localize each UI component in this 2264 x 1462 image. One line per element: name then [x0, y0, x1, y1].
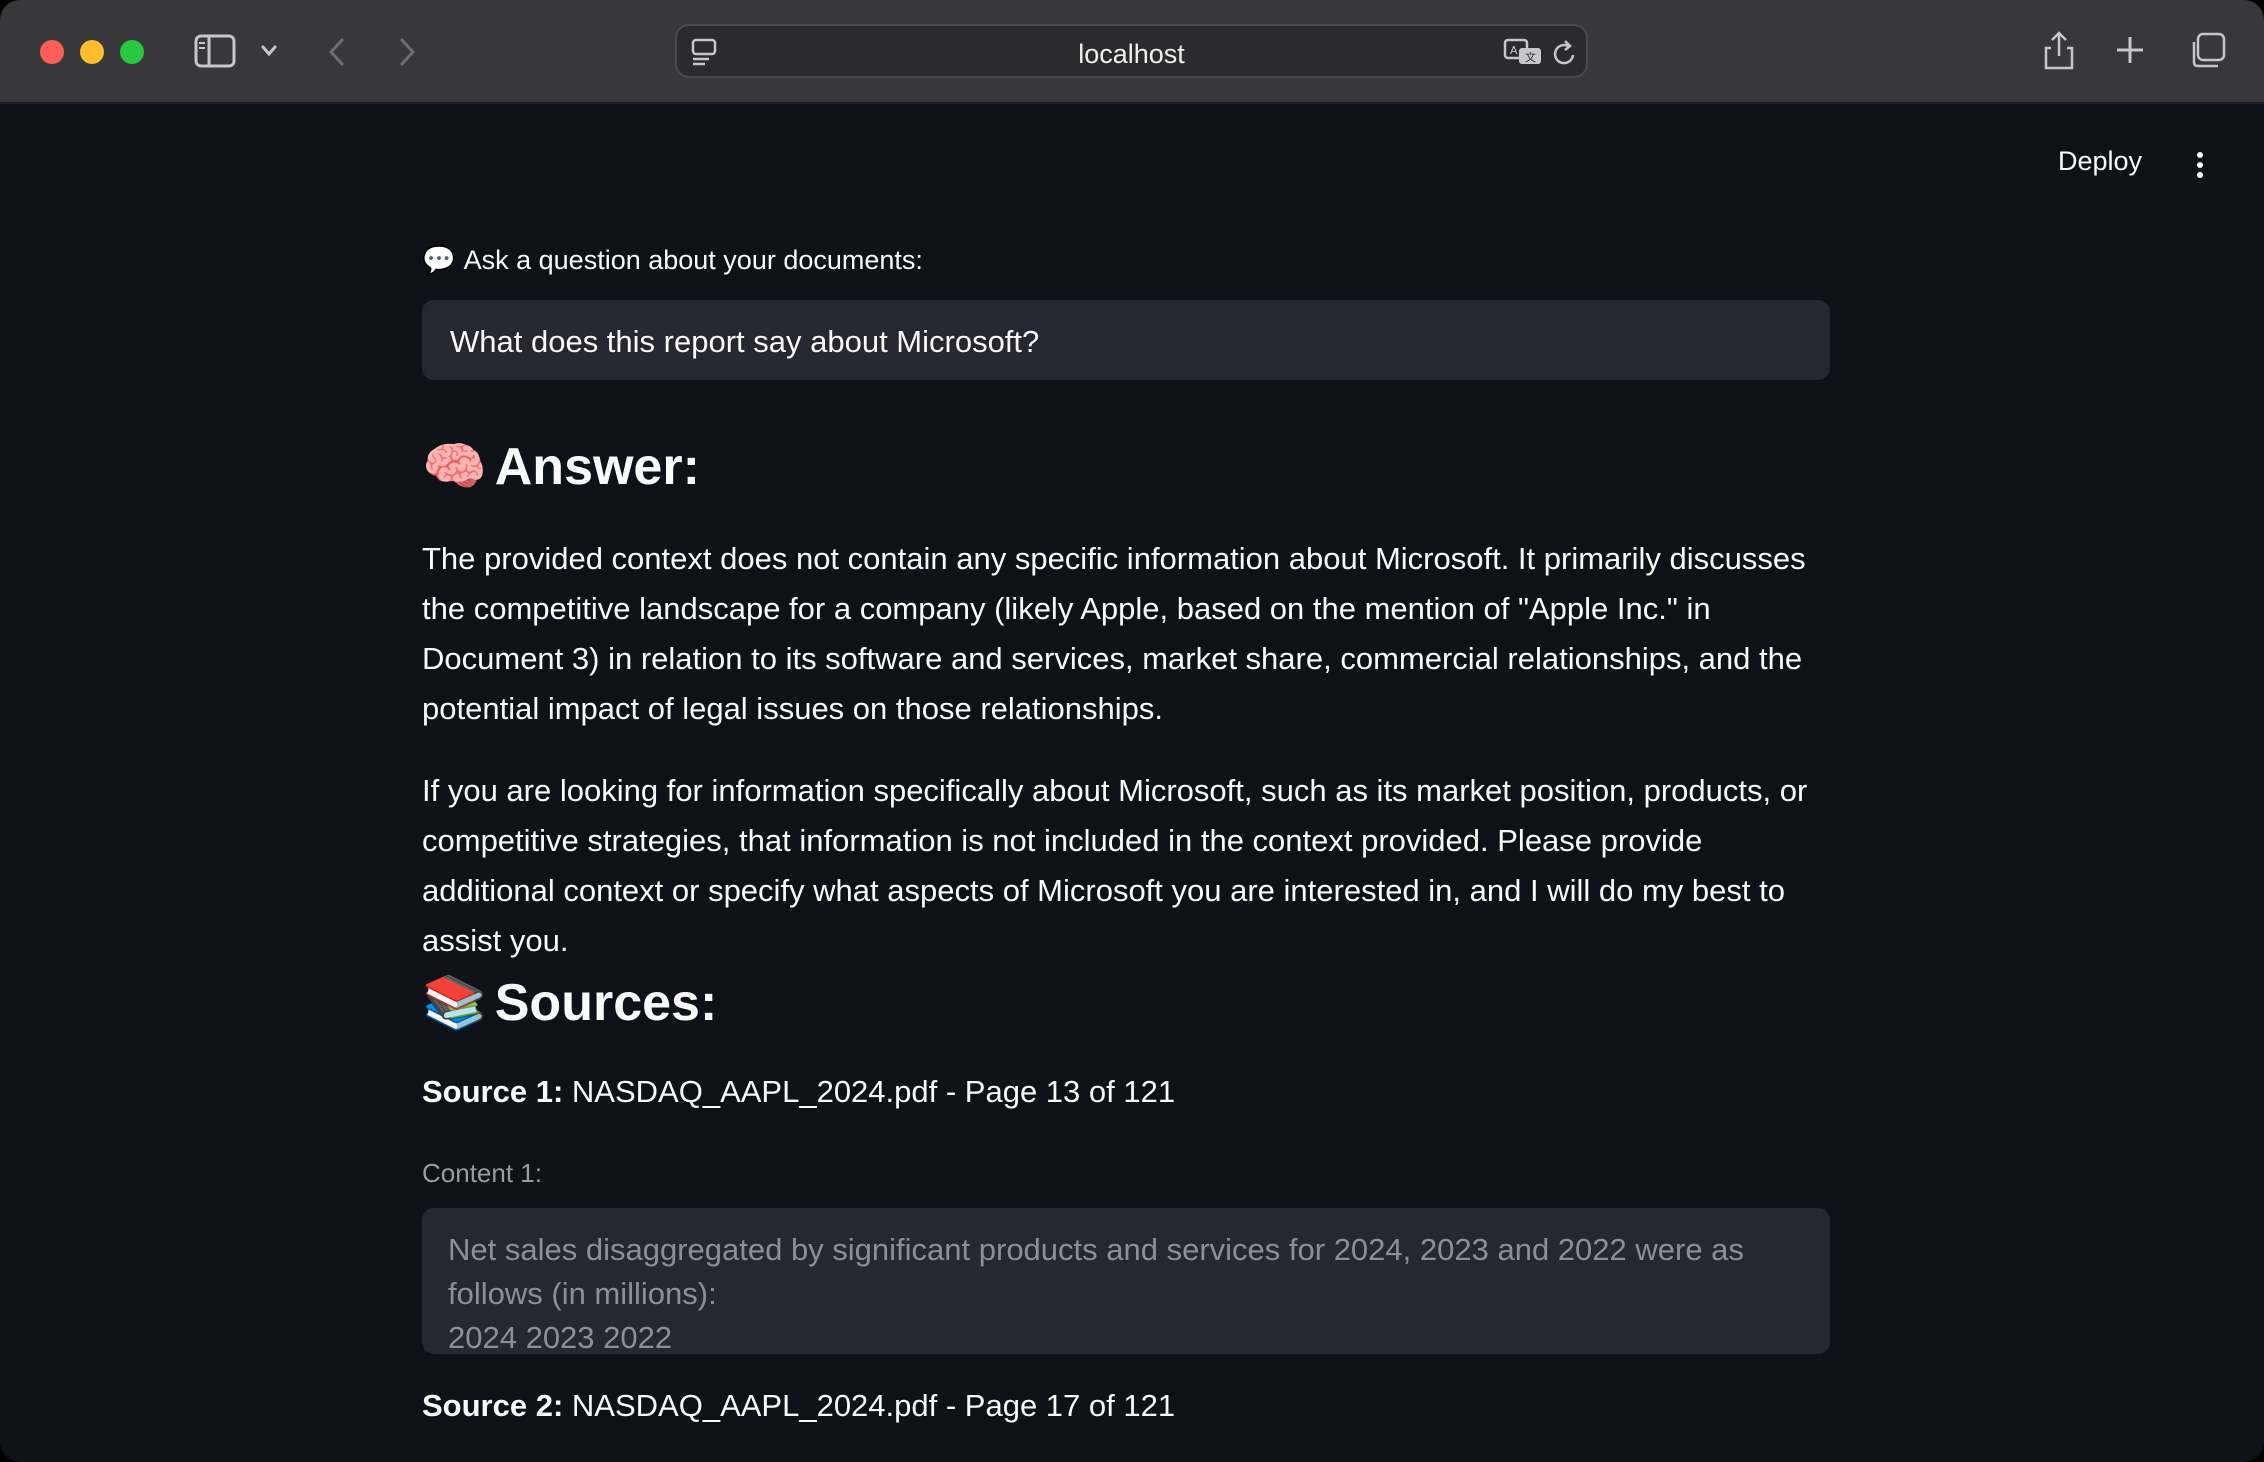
address-bar[interactable]: localhost A文: [675, 24, 1588, 78]
sidebar-toggle-icon[interactable]: [194, 34, 236, 68]
answer-heading-text: Answer:: [494, 437, 700, 496]
sources-heading-text: Sources:: [494, 973, 718, 1032]
tab-overview-icon[interactable]: [2188, 32, 2226, 70]
reload-icon[interactable]: [1551, 38, 1579, 68]
content-label: Content 1:: [422, 1158, 542, 1188]
question-label-text: Ask a question about your documents:: [463, 244, 923, 275]
speech-bubble-icon: 💬: [422, 245, 456, 275]
answer-paragraph: If you are looking for information speci…: [422, 773, 1808, 958]
plus-icon[interactable]: [2114, 34, 2146, 66]
source-label: Source 2:: [422, 1388, 564, 1423]
close-window-button[interactable]: [40, 40, 64, 64]
kebab-menu-icon[interactable]: [2186, 148, 2214, 182]
url-text: localhost: [1078, 39, 1185, 69]
svg-text:文: 文: [1525, 50, 1536, 64]
content-text: Net sales disaggregated by significant p…: [448, 1232, 1744, 1354]
svg-text:A: A: [1510, 44, 1518, 57]
answer-heading: 🧠 Answer:: [422, 436, 700, 497]
source-item: Source 2: NASDAQ_AAPL_2024.pdf - Page 17…: [422, 1388, 1175, 1424]
source-file: NASDAQ_AAPL_2024.pdf - Page 13 of 121: [571, 1074, 1176, 1109]
books-icon: 📚: [422, 974, 487, 1032]
brain-icon: 🧠: [422, 438, 487, 496]
browser-window: localhost A文 Deploy 💬 Ask a question abo…: [0, 0, 2264, 1462]
browser-toolbar: localhost A文: [0, 0, 2264, 104]
source-label: Source 1:: [422, 1074, 564, 1109]
share-icon[interactable]: [2042, 30, 2076, 70]
sources-heading: 📚 Sources:: [422, 972, 717, 1033]
zoom-window-button[interactable]: [120, 40, 144, 64]
minimize-window-button[interactable]: [80, 40, 104, 64]
question-label: 💬 Ask a question about your documents:: [422, 244, 923, 276]
resize-handle-icon[interactable]: [1806, 1336, 1818, 1348]
content-textarea[interactable]: Net sales disaggregated by significant p…: [422, 1208, 1830, 1354]
forward-arrow-icon[interactable]: [396, 36, 418, 68]
chevron-down-icon[interactable]: [260, 44, 278, 58]
source-item: Source 1: NASDAQ_AAPL_2024.pdf - Page 13…: [422, 1074, 1175, 1110]
back-arrow-icon[interactable]: [326, 36, 348, 68]
question-input[interactable]: What does this report say about Microsof…: [422, 300, 1830, 380]
source-file: NASDAQ_AAPL_2024.pdf - Page 17 of 121: [571, 1388, 1176, 1423]
deploy-button[interactable]: Deploy: [2048, 142, 2152, 181]
translate-icon[interactable]: A文: [1503, 38, 1543, 66]
answer-paragraph: The provided context does not contain an…: [422, 541, 1806, 726]
